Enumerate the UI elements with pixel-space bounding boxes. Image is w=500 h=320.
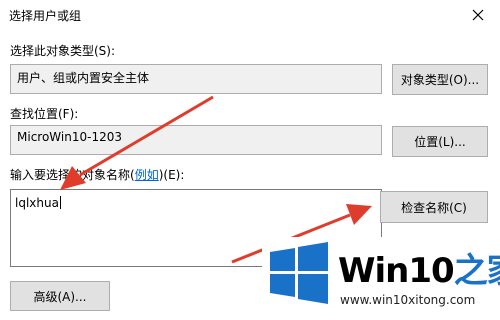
watermark-brand: Win10之家 [338, 243, 500, 292]
watermark-logo: Win10之家 www.win10xitong.com [262, 237, 500, 320]
watermark-brand-cn: 之家 [453, 251, 500, 291]
watermark-brand-main: Win10 [338, 251, 455, 291]
watermark-url: www.win10xitong.com [340, 293, 476, 307]
windows-logo-icon [270, 242, 328, 304]
arrow-to-names-input [60, 95, 214, 190]
